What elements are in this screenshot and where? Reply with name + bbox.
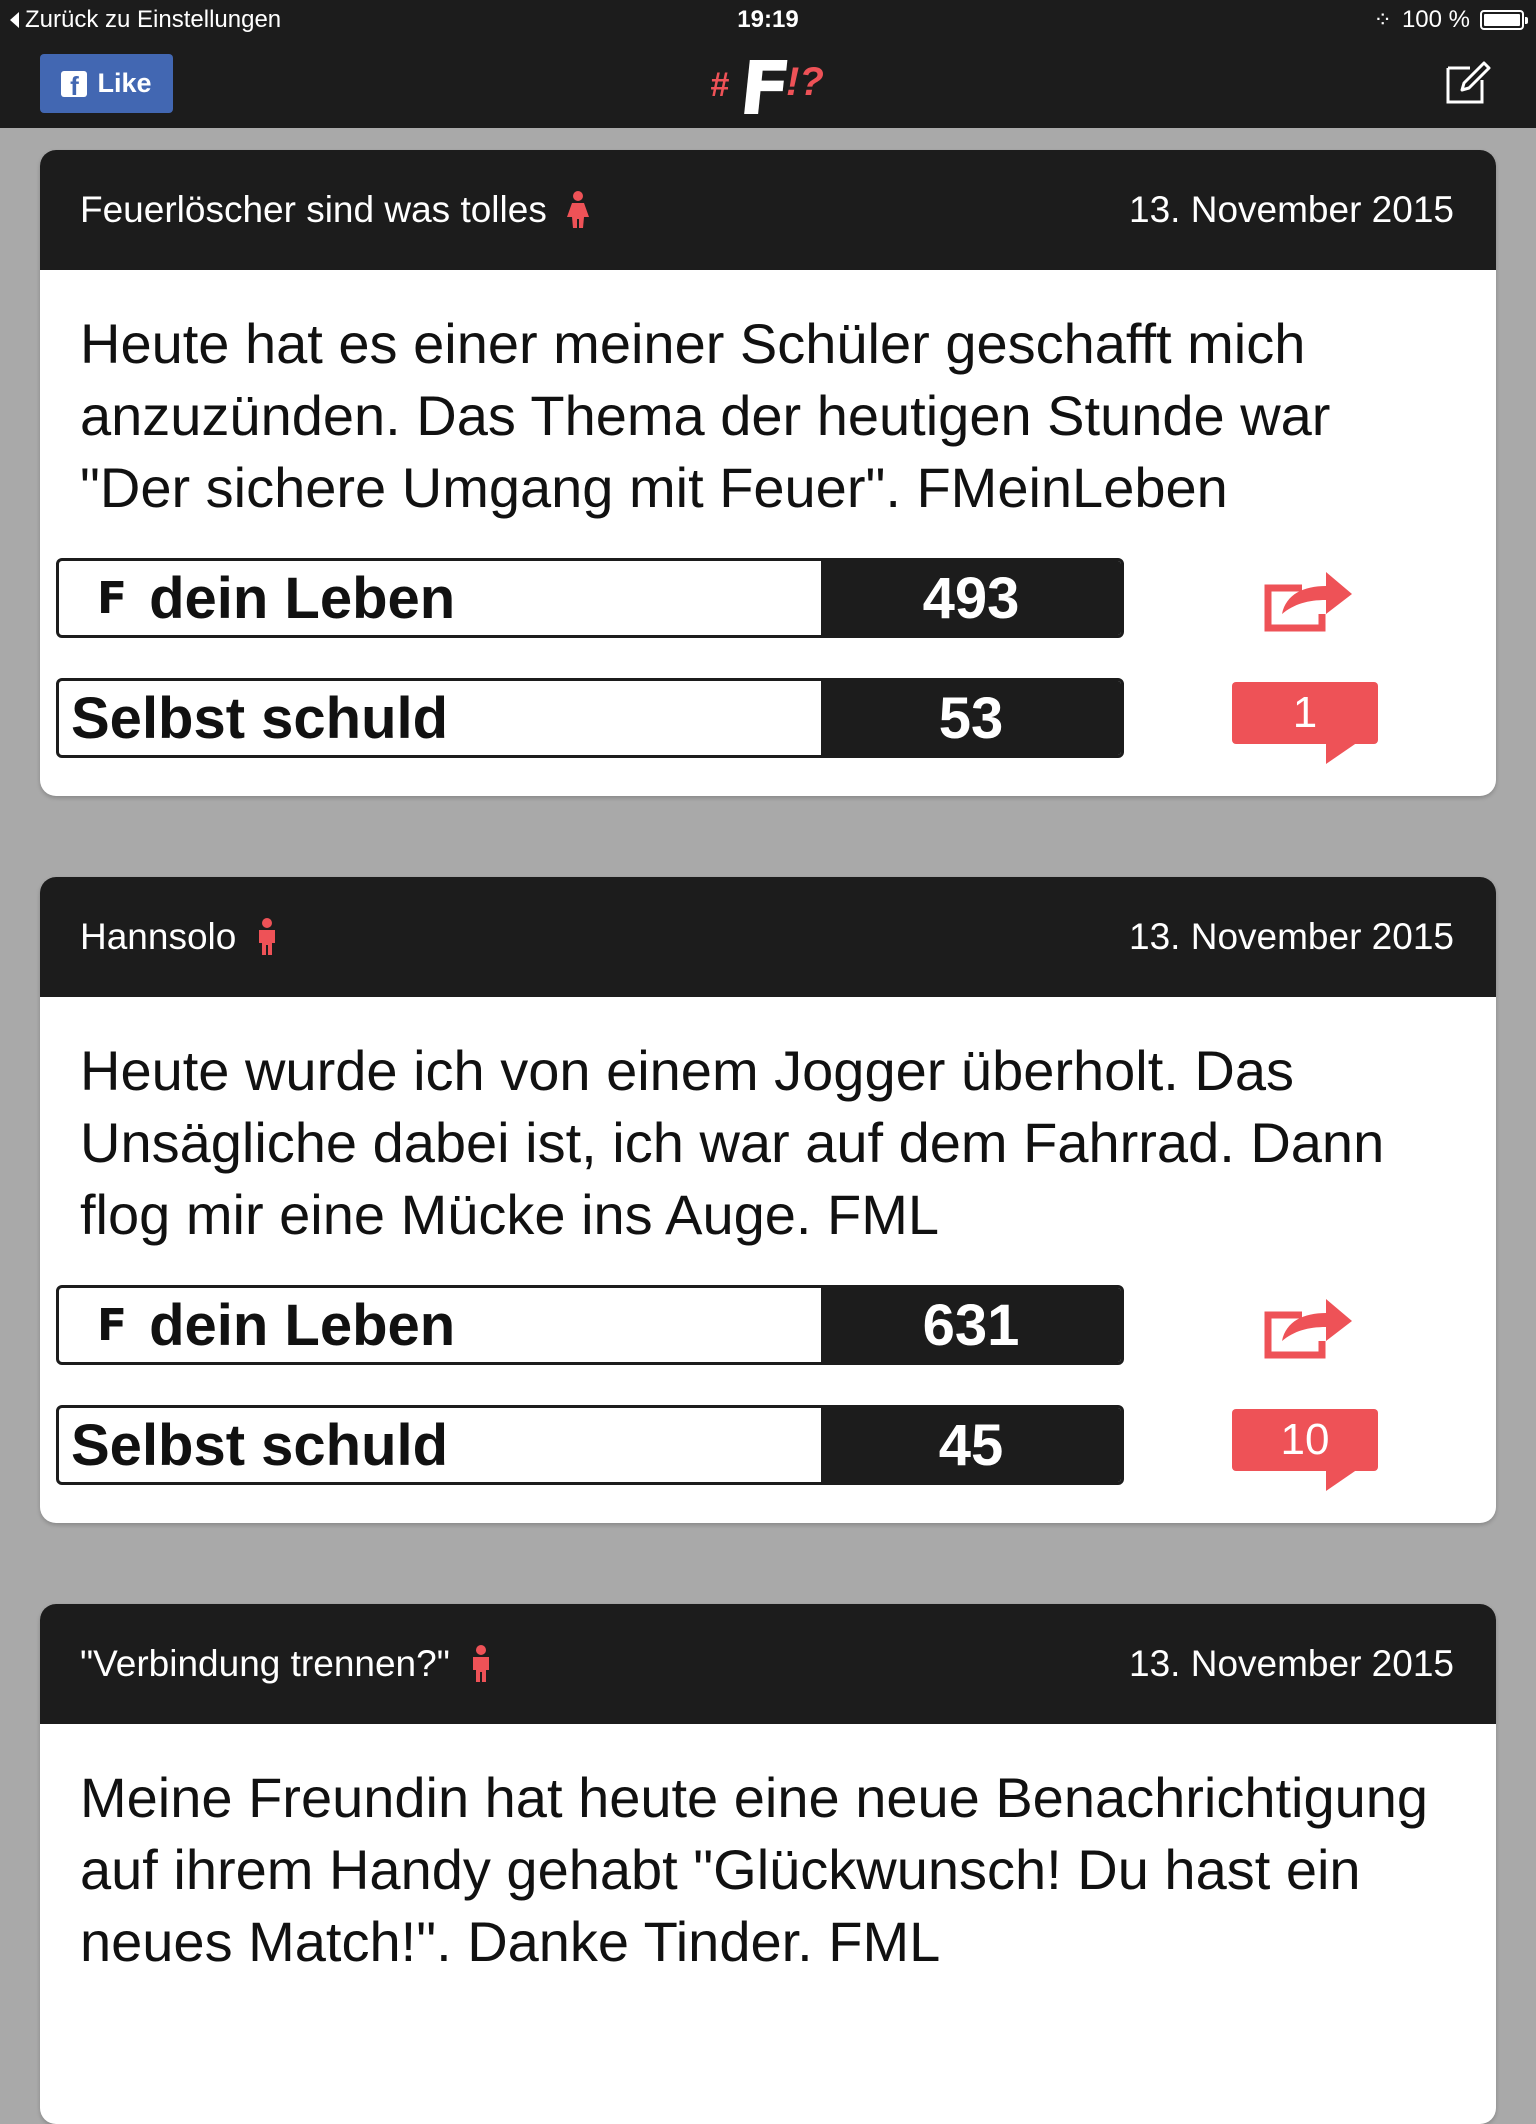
top-bar: Zurück zu Einstellungen 19:19 ⁘ 100 % f … [0,0,1536,132]
compose-icon[interactable] [1442,56,1494,108]
vote-area: F dein Leben 493 Selbst schuld 53 1 [40,558,1496,794]
post-date: 13. November 2015 [1129,189,1454,230]
status-time: 19:19 [737,6,799,33]
post-author: "Verbindung trennen?" [80,1643,496,1685]
logo-hash: # [710,66,729,104]
post-card: Hannsolo 13. November 2015 Heute wurde i… [40,877,1496,1523]
facebook-like-button[interactable]: f Like [40,54,173,113]
vote-count: 45 [821,1408,1121,1482]
post-date: 13. November 2015 [1129,916,1454,957]
vote-count: 493 [821,561,1121,635]
post-text: Meine Freundin hat heute eine neue Benac… [80,1766,1429,1973]
vote-label-text: dein Leben [149,565,456,631]
post-header: Feuerlöscher sind was tolles 13. Novembe… [40,150,1496,270]
post-text: Heute hat es einer meiner Schüler gescha… [80,312,1331,519]
author-name: Feuerlöscher sind was tolles [80,189,547,230]
logo-marks: !? [786,60,824,104]
vote-label-text: dein Leben [149,1292,456,1358]
share-icon[interactable] [1260,1291,1356,1361]
comment-bubble-tail [1326,742,1358,764]
vote-dein-leben-button[interactable]: F dein Leben 493 [56,558,1124,638]
vote-label-text: Selbst schuld [71,685,449,751]
post-author: Feuerlöscher sind was tolles [80,189,593,231]
post-author: Hannsolo [80,916,282,958]
vote-selbst-schuld-button[interactable]: Selbst schuld 45 [56,1405,1124,1485]
status-right: ⁘ 100 % [1373,6,1528,34]
comment-button[interactable]: 10 [1232,1409,1380,1491]
app-logo: # F !? [700,44,840,132]
facebook-icon: f [61,70,88,97]
vote-count: 631 [821,1288,1121,1362]
f-icon: F [97,572,128,624]
author-name: Hannsolo [80,916,237,957]
vote-label: F dein Leben [59,1288,821,1362]
post-header: "Verbindung trennen?" 13. November 2015 [40,1604,1496,1724]
battery-percent: 100 % [1401,6,1470,33]
comment-bubble-tail [1326,1469,1358,1491]
battery-icon [1480,10,1528,30]
f-icon: F [97,1299,128,1351]
vote-dein-leben-button[interactable]: F dein Leben 631 [56,1285,1124,1365]
vote-label-text: Selbst schuld [71,1412,449,1478]
activity-spinner-icon: ⁘ [1373,7,1392,32]
post-card: "Verbindung trennen?" 13. November 2015 … [40,1604,1496,2124]
male-icon [259,918,276,955]
vote-label: F dein Leben [59,561,821,635]
like-label: Like [97,68,152,98]
author-name: "Verbindung trennen?" [80,1643,450,1684]
female-icon [566,191,589,228]
post-date: 13. November 2015 [1129,1643,1454,1684]
post-header: Hannsolo 13. November 2015 [40,877,1496,997]
male-icon [472,1645,489,1682]
vote-area: F dein Leben 631 Selbst schuld 45 10 [40,1285,1496,1521]
comment-count: 10 [1232,1409,1378,1471]
comment-button[interactable]: 1 [1232,682,1380,764]
post-text: Heute wurde ich von einem Jogger überhol… [80,1039,1385,1246]
share-icon[interactable] [1260,564,1356,634]
vote-selbst-schuld-button[interactable]: Selbst schuld 53 [56,678,1124,758]
post-card: Feuerlöscher sind was tolles 13. Novembe… [40,150,1496,796]
comment-count: 1 [1232,682,1378,744]
vote-count: 53 [821,681,1121,755]
